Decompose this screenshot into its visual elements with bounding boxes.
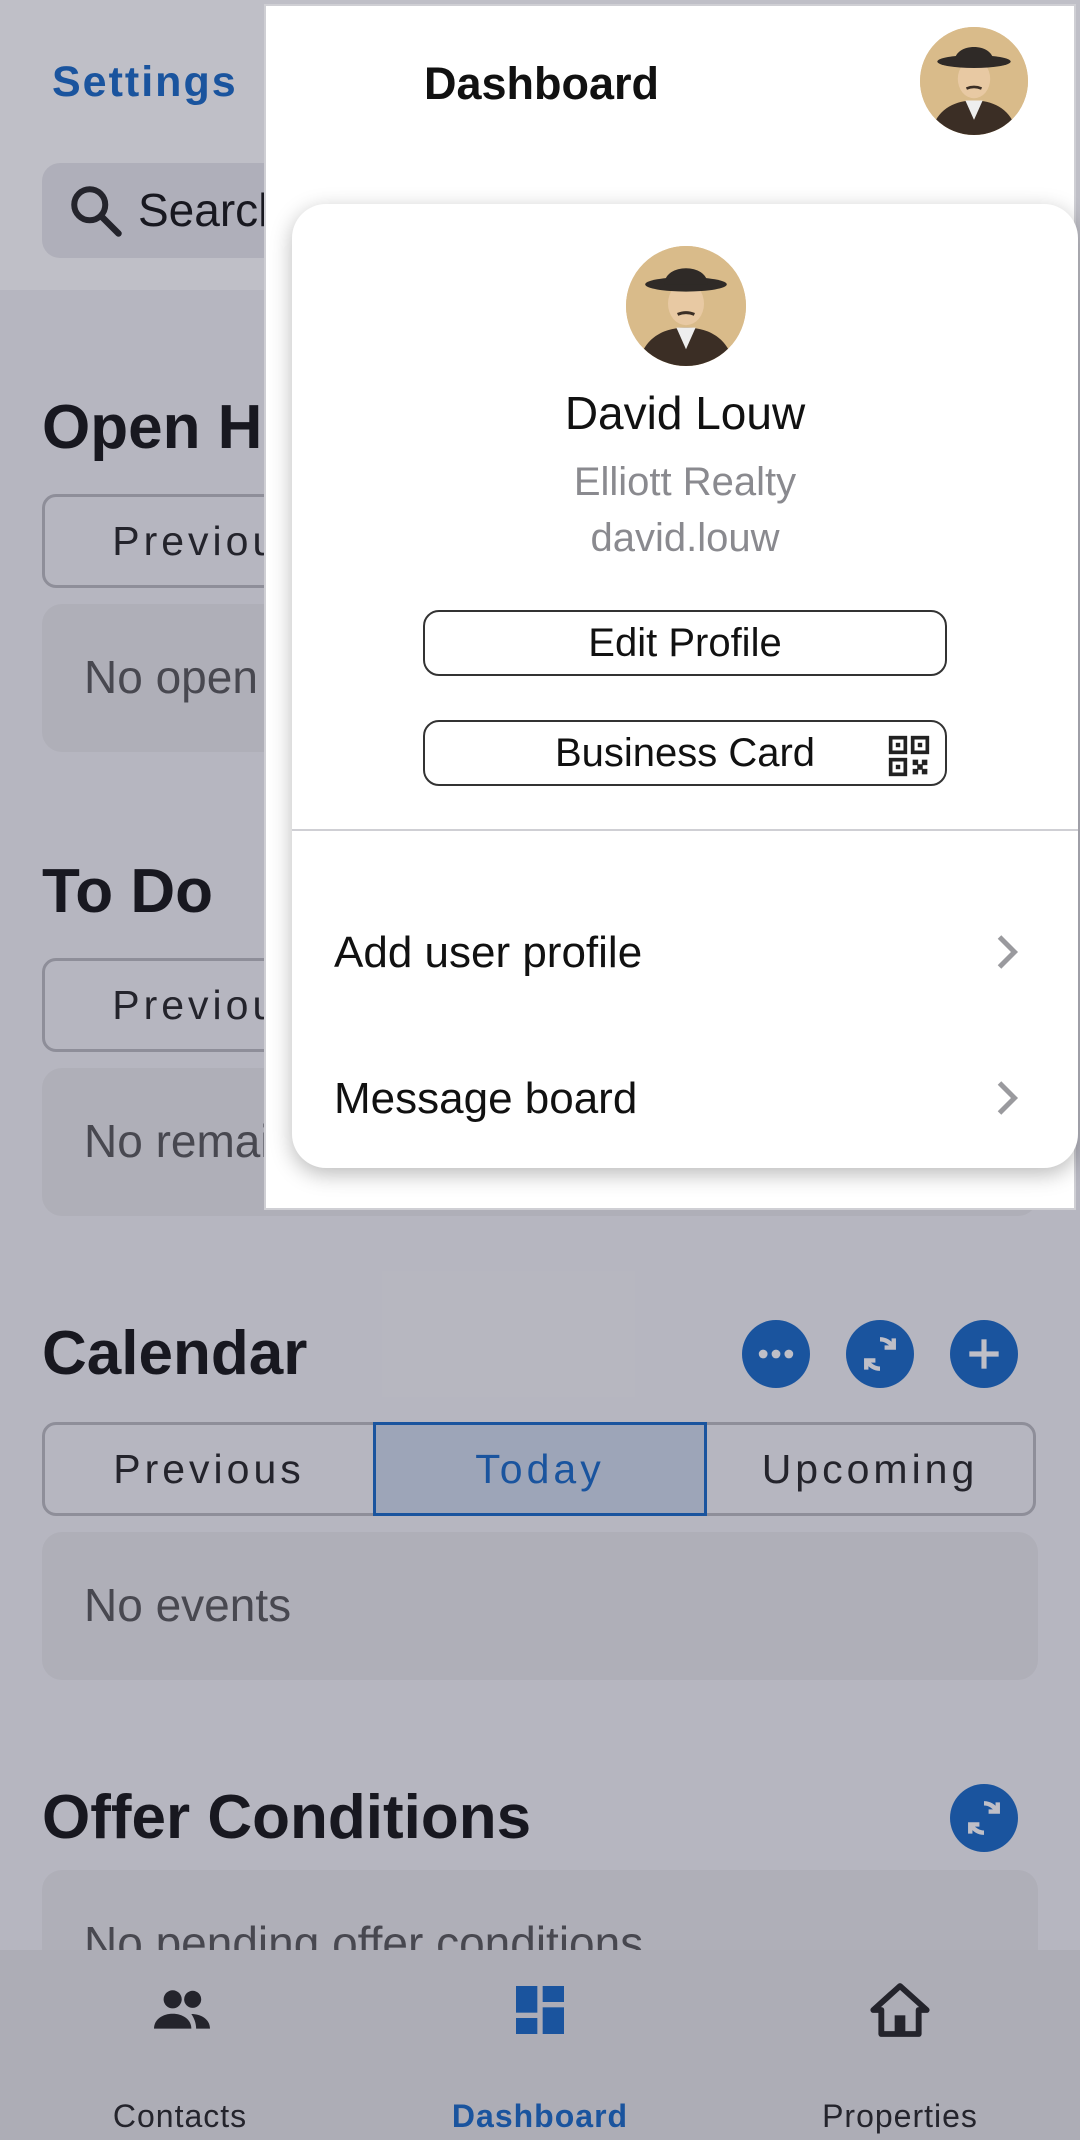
chevron-right-icon bbox=[997, 1081, 1019, 1115]
profile-name: David Louw bbox=[564, 387, 806, 439]
avatar-icon bbox=[626, 246, 746, 366]
avatar[interactable] bbox=[920, 27, 1028, 135]
menu-item-label: Message board bbox=[334, 1074, 638, 1123]
profile-username: david.louw bbox=[590, 516, 780, 560]
menu-item-label: Add user profile bbox=[334, 928, 643, 977]
business-card-button[interactable]: Business Card bbox=[423, 720, 947, 786]
business-card-label: Business Card bbox=[554, 730, 816, 775]
edit-profile-label: Edit Profile bbox=[588, 620, 782, 665]
profile-avatar bbox=[626, 246, 746, 366]
qr-code-icon bbox=[888, 735, 930, 777]
avatar-icon bbox=[920, 27, 1028, 135]
edit-profile-button[interactable]: Edit Profile bbox=[423, 610, 947, 676]
dashboard-title: Dashboard bbox=[424, 58, 660, 109]
chevron-right-icon bbox=[997, 935, 1019, 969]
profile-popover: David Louw Elliott Realty david.louw Edi… bbox=[292, 204, 1078, 1168]
menu-item-add-user-profile[interactable]: Add user profile bbox=[292, 884, 1078, 1024]
profile-company: Elliott Realty bbox=[573, 460, 797, 504]
popover-divider bbox=[292, 829, 1078, 831]
menu-item-message-board[interactable]: Message board bbox=[292, 1030, 1078, 1168]
